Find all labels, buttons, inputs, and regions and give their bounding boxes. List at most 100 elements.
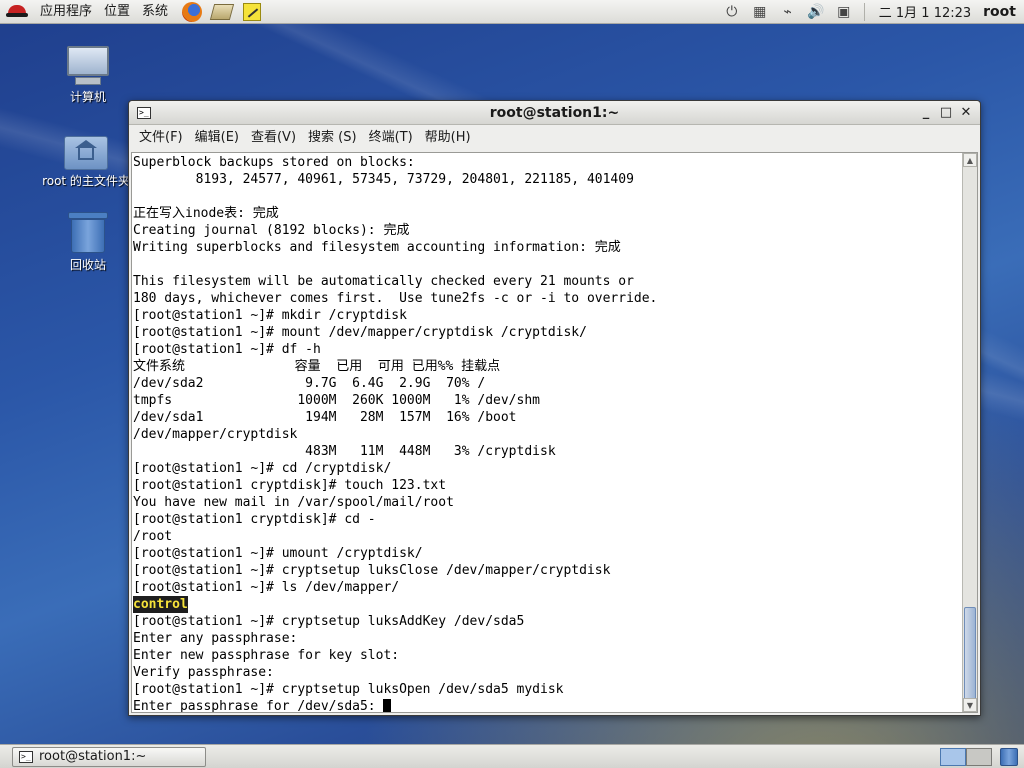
terminal-line-text: 180 days, whichever comes first. Use tun… bbox=[133, 291, 658, 306]
terminal-line-text: Enter any passphrase: bbox=[133, 631, 298, 646]
menu-places[interactable]: 位置 bbox=[98, 0, 136, 24]
scroll-up-arrow-icon[interactable]: ▲ bbox=[963, 153, 977, 167]
terminal-line-text: Enter new passphrase for key slot: bbox=[133, 648, 400, 663]
terminal-line: Enter any passphrase: bbox=[133, 630, 962, 647]
workspace-1[interactable] bbox=[940, 747, 966, 766]
terminal-line: [root@station1 cryptdisk]# touch 123.txt bbox=[133, 477, 962, 494]
menu-help[interactable]: 帮助(H) bbox=[419, 125, 477, 151]
text-cursor bbox=[383, 699, 392, 712]
terminal-line: Creating journal (8192 blocks): 完成 bbox=[133, 222, 962, 239]
terminal-line: [root@station1 ~]# cd /cryptdisk/ bbox=[133, 460, 962, 477]
desktop-icon-home[interactable]: root 的主文件夹 bbox=[38, 132, 134, 189]
terminal-line: /dev/sda1 194M 28M 157M 16% /boot bbox=[133, 409, 962, 426]
terminal-line-text: Enter passphrase for /dev/sda5: bbox=[133, 699, 384, 712]
terminal-line: /dev/sda2 9.7G 6.4G 2.9G 70% / bbox=[133, 375, 962, 392]
terminal-line-text: [root@station1 ~]# umount /cryptdisk/ bbox=[133, 546, 423, 561]
terminal-line-text: [root@station1 cryptdisk]# touch 123.txt bbox=[133, 478, 447, 493]
maximize-button[interactable]: □ bbox=[936, 103, 956, 123]
terminal-line: [root@station1 cryptdisk]# cd - bbox=[133, 511, 962, 528]
terminal-line: [root@station1 ~]# cryptsetup luksOpen /… bbox=[133, 681, 962, 698]
desktop-icon-computer[interactable]: 计算机 bbox=[40, 46, 136, 105]
menu-search[interactable]: 搜索 (S) bbox=[302, 125, 363, 151]
scrollbar-thumb[interactable] bbox=[964, 607, 976, 703]
close-button[interactable]: ✕ bbox=[956, 103, 976, 123]
terminal-line: This filesystem will be automatically ch… bbox=[133, 273, 962, 290]
terminal-line-text: This filesystem will be automatically ch… bbox=[133, 274, 634, 289]
redhat-logo-icon[interactable] bbox=[6, 3, 28, 21]
menu-edit[interactable]: 编辑(E) bbox=[189, 125, 245, 151]
terminal-line-text: Writing superblocks and filesystem accou… bbox=[133, 240, 621, 255]
trash-applet-icon[interactable] bbox=[1000, 747, 1018, 766]
update-icon[interactable]: ⏻ bbox=[721, 2, 743, 22]
window-titlebar[interactable]: >_ root@station1:~ _ □ ✕ bbox=[129, 101, 980, 125]
terminal-line-text: 正在写入inode表: 完成 bbox=[133, 206, 279, 221]
terminal-line: [root@station1 ~]# mkdir /cryptdisk bbox=[133, 307, 962, 324]
volume-icon[interactable]: 🔊 bbox=[805, 2, 827, 22]
mail-launcher[interactable] bbox=[209, 1, 235, 23]
bottom-panel: >_ root@station1:~ bbox=[0, 744, 1024, 768]
terminal-line: /dev/mapper/cryptdisk bbox=[133, 426, 962, 443]
terminal-line-text: Superblock backups stored on blocks: bbox=[133, 155, 415, 170]
terminal-line-text: [root@station1 ~]# mkdir /cryptdisk bbox=[133, 308, 407, 323]
menu-system[interactable]: 系统 bbox=[136, 0, 174, 24]
menu-view[interactable]: 查看(V) bbox=[245, 125, 302, 151]
terminal-line-text: 483M 11M 448M 3% /cryptdisk bbox=[133, 444, 556, 459]
window-title: root@station1:~ bbox=[489, 104, 620, 121]
workspace-2[interactable] bbox=[966, 747, 992, 766]
desktop-icon-trash[interactable]: 回收站 bbox=[40, 212, 136, 273]
terminal-line-text: tmpfs 1000M 260K 1000M 1% /dev/shm bbox=[133, 393, 540, 408]
desktop-icon-label: 回收站 bbox=[69, 258, 106, 272]
terminal-line: [root@station1 ~]# cryptsetup luksClose … bbox=[133, 562, 962, 579]
computer-icon bbox=[65, 46, 111, 86]
menu-terminal[interactable]: 终端(T) bbox=[363, 125, 419, 151]
terminal-window: >_ root@station1:~ _ □ ✕ 文件(F) 编辑(E) 查看(… bbox=[128, 100, 981, 716]
notes-icon bbox=[243, 2, 262, 21]
terminal-menubar: 文件(F) 编辑(E) 查看(V) 搜索 (S) 终端(T) 帮助(H) bbox=[129, 125, 980, 151]
taskbar-terminal-button[interactable]: >_ root@station1:~ bbox=[12, 746, 206, 767]
terminal-line-text: You have new mail in /var/spool/mail/roo… bbox=[133, 495, 454, 510]
user-menu[interactable]: root bbox=[983, 4, 1024, 20]
terminal-line: 文件系统 容量 已用 可用 已用%% 挂载点 bbox=[133, 358, 962, 375]
terminal-line: Enter new passphrase for key slot: bbox=[133, 647, 962, 664]
terminal-area[interactable]: Superblock backups stored on blocks: 819… bbox=[131, 152, 978, 713]
trash-icon bbox=[68, 212, 108, 254]
display-icon[interactable]: ▣ bbox=[833, 2, 855, 22]
network-icon[interactable]: ⌁ bbox=[777, 2, 799, 22]
vertical-scrollbar[interactable]: ▲ ▼ bbox=[962, 153, 977, 712]
scroll-down-arrow-icon[interactable]: ▼ bbox=[963, 698, 977, 712]
notes-launcher[interactable] bbox=[240, 1, 264, 23]
terminal-line: Superblock backups stored on blocks: bbox=[133, 154, 962, 171]
terminal-line: [root@station1 ~]# mount /dev/mapper/cry… bbox=[133, 324, 962, 341]
mail-icon bbox=[209, 3, 235, 20]
home-folder-icon bbox=[64, 132, 108, 170]
terminal-output[interactable]: Superblock backups stored on blocks: 819… bbox=[132, 153, 962, 712]
top-panel: 应用程序 位置 系统 ⏻ ▦ ⌁ 🔊 ▣ 二 1月 1 12:23 root bbox=[0, 0, 1024, 24]
terminal-line-text: control bbox=[133, 596, 188, 613]
terminal-line: [root@station1 ~]# ls /dev/mapper/ bbox=[133, 579, 962, 596]
desktop-icon-label: 计算机 bbox=[69, 90, 106, 104]
terminal-line-text: 文件系统 容量 已用 可用 已用%% 挂载点 bbox=[133, 359, 501, 374]
firefox-launcher[interactable] bbox=[180, 1, 204, 23]
terminal-line: control bbox=[133, 596, 962, 613]
terminal-line-text: [root@station1 ~]# cryptsetup luksAddKey… bbox=[133, 614, 525, 629]
minimize-button[interactable]: _ bbox=[916, 103, 936, 123]
menu-file[interactable]: 文件(F) bbox=[133, 125, 189, 151]
terminal-line-text: [root@station1 ~]# cd /cryptdisk/ bbox=[133, 461, 392, 476]
desktop-icon-label: root 的主文件夹 bbox=[42, 174, 130, 188]
tray-separator bbox=[863, 2, 865, 21]
terminal-line: /root bbox=[133, 528, 962, 545]
terminal-line-text: Verify passphrase: bbox=[133, 665, 274, 680]
terminal-line-text: [root@station1 ~]# cryptsetup luksClose … bbox=[133, 563, 611, 578]
package-icon[interactable]: ▦ bbox=[749, 2, 771, 22]
terminal-line: Verify passphrase: bbox=[133, 664, 962, 681]
terminal-line: [root@station1 ~]# df -h bbox=[133, 341, 962, 358]
clock[interactable]: 二 1月 1 12:23 bbox=[871, 2, 983, 21]
terminal-line-text: [root@station1 ~]# ls /dev/mapper/ bbox=[133, 580, 400, 595]
menu-applications[interactable]: 应用程序 bbox=[34, 0, 98, 24]
terminal-line-text: /root bbox=[133, 529, 173, 544]
terminal-line-text: Creating journal (8192 blocks): 完成 bbox=[133, 223, 410, 238]
terminal-line: Writing superblocks and filesystem accou… bbox=[133, 239, 962, 256]
system-tray: ⏻ ▦ ⌁ 🔊 ▣ 二 1月 1 12:23 root bbox=[718, 2, 1024, 22]
terminal-icon[interactable]: >_ bbox=[137, 106, 151, 119]
